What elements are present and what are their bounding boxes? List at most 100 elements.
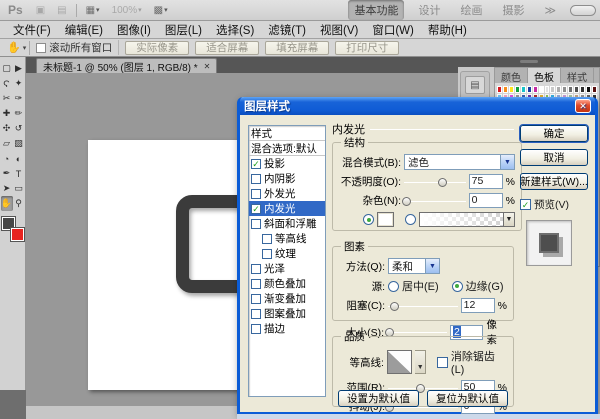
tool-icon[interactable]: ◔ — [1, 151, 13, 166]
menu-item[interactable]: 视图(V) — [313, 21, 365, 39]
cancel-button[interactable]: 取消 — [520, 149, 588, 166]
document-tab[interactable]: 未标题-1 @ 50% (图层 1, RGB/8) * ✕ — [36, 58, 217, 73]
fit-screen-button[interactable]: 适合屏幕 — [195, 41, 259, 55]
preview-checkbox[interactable]: ✓ — [520, 199, 531, 210]
set-default-button[interactable]: 设置为默认值 — [338, 390, 419, 407]
ok-button[interactable]: 确定 — [520, 125, 588, 142]
slider-thumb[interactable] — [438, 178, 447, 187]
color-swatch[interactable] — [533, 86, 538, 93]
color-swatch[interactable] — [562, 86, 567, 93]
zoom-level-control[interactable]: 100%▾ — [109, 4, 145, 17]
style-item-inner-shadow[interactable]: 内阴影 — [249, 171, 325, 186]
color-swatch[interactable] — [550, 86, 555, 93]
style-item-stroke[interactable]: 描边 — [249, 321, 325, 336]
chevron-down-icon[interactable]: ▼ — [500, 155, 514, 169]
dialog-close-icon[interactable]: ✕ — [575, 99, 591, 113]
chevron-down-icon[interactable]: ▼ — [415, 350, 426, 374]
style-item-outer-glow[interactable]: 外发光 — [249, 186, 325, 201]
choke-slider[interactable] — [388, 300, 458, 312]
screen-mode-icon[interactable]: ▩▾ — [151, 4, 171, 17]
tool-icon[interactable]: ✣ — [1, 121, 13, 136]
noise-input[interactable]: 0 — [469, 193, 503, 208]
color-swatch[interactable] — [556, 86, 561, 93]
tool-icon[interactable]: ✂ — [1, 91, 13, 106]
technique-select[interactable]: 柔和 ▼ — [388, 258, 440, 274]
tool-icon[interactable]: ▶ — [13, 61, 25, 76]
color-swatch[interactable] — [592, 86, 597, 93]
color-swatch[interactable] — [521, 86, 526, 93]
gradient-radio[interactable] — [405, 214, 416, 225]
actual-pixels-button[interactable]: 实际像素 — [125, 41, 189, 55]
blend-mode-select[interactable]: 滤色 ▼ — [404, 154, 515, 170]
tool-icon[interactable]: ↺ — [13, 121, 25, 136]
view-extras-icon[interactable]: ▤ — [54, 4, 69, 17]
source-edge-radio[interactable] — [452, 281, 463, 292]
blending-options-item[interactable]: 混合选项:默认 — [249, 141, 325, 156]
color-swatch[interactable] — [568, 86, 573, 93]
workspace-design[interactable]: 设计 — [412, 0, 446, 20]
gradient-picker[interactable]: ▼ — [419, 212, 515, 227]
new-style-button[interactable]: 新建样式(W)... — [520, 173, 588, 190]
contour-picker[interactable] — [387, 350, 412, 374]
tool-icon[interactable]: ▭ — [13, 181, 25, 196]
style-item-drop-shadow[interactable]: ✓投影 — [249, 156, 325, 171]
tab-styles[interactable]: 样式 — [561, 68, 594, 83]
panel-grip[interactable] — [458, 57, 600, 67]
style-item-satin[interactable]: 光泽 — [249, 261, 325, 276]
reset-default-button[interactable]: 复位为默认值 — [427, 390, 508, 407]
menu-item[interactable]: 滤镜(T) — [261, 21, 313, 39]
tool-preset-picker[interactable]: ✋ ▾ — [4, 41, 30, 55]
opacity-slider[interactable] — [404, 176, 466, 188]
style-item-color-overlay[interactable]: 颜色叠加 — [249, 276, 325, 291]
print-size-button[interactable]: 打印尺寸 — [335, 41, 399, 55]
color-swatch[interactable] — [586, 86, 591, 93]
style-item-contour[interactable]: 等高线 — [249, 231, 325, 246]
scroll-all-windows-option[interactable]: 滚动所有窗口 — [36, 40, 119, 55]
color-swatch[interactable] — [574, 86, 579, 93]
tool-icon[interactable]: ▨ — [13, 136, 25, 151]
menu-item[interactable]: 帮助(H) — [421, 21, 474, 39]
color-swatch[interactable] — [580, 86, 585, 93]
style-item-bevel-emboss[interactable]: 斜面和浮雕 — [249, 216, 325, 231]
scroll-all-windows-checkbox[interactable] — [36, 43, 46, 53]
noise-slider[interactable] — [404, 195, 466, 207]
opacity-input[interactable]: 75 — [469, 174, 503, 189]
tab-swatches[interactable]: 色板 — [528, 68, 561, 83]
chevron-down-icon[interactable]: ▼ — [425, 259, 439, 273]
tool-icon[interactable]: Ϛ — [1, 76, 13, 91]
slider-thumb[interactable] — [390, 302, 399, 311]
color-swatch[interactable] — [503, 86, 508, 93]
menu-item[interactable]: 窗口(W) — [365, 21, 421, 39]
source-center-radio[interactable] — [388, 281, 399, 292]
tool-icon[interactable]: ✋ — [1, 196, 13, 211]
tool-icon[interactable]: ✏ — [13, 106, 25, 121]
styles-header[interactable]: 样式 — [249, 126, 325, 141]
slider-thumb[interactable] — [402, 197, 411, 206]
tool-icon[interactable]: ✒ — [1, 166, 13, 181]
fill-screen-button[interactable]: 填充屏幕 — [265, 41, 329, 55]
menu-item[interactable]: 编辑(E) — [58, 21, 110, 39]
choke-input[interactable]: 12 — [461, 298, 495, 313]
arrange-documents-icon[interactable]: ▦▾ — [83, 4, 103, 17]
style-item-gradient-overlay[interactable]: 渐变叠加 — [249, 291, 325, 306]
style-item-texture[interactable]: 纹理 — [249, 246, 325, 261]
color-swatch[interactable] — [539, 86, 544, 93]
glow-color-swatch[interactable] — [377, 212, 394, 227]
tool-icon[interactable]: ▱ — [1, 136, 13, 151]
color-swatch[interactable] — [509, 86, 514, 93]
close-icon[interactable]: ✕ — [204, 62, 211, 71]
tool-icon[interactable]: ✦ — [13, 76, 25, 91]
menu-item[interactable]: 文件(F) — [6, 21, 58, 39]
color-swatch[interactable] — [545, 86, 550, 93]
dialog-title-bar[interactable]: 图层样式 ✕ — [240, 97, 595, 115]
color-swatch[interactable] — [497, 86, 502, 93]
tab-color[interactable]: 颜色 — [495, 68, 528, 83]
menu-item[interactable]: 图像(I) — [110, 21, 158, 39]
tool-icon[interactable]: ▢ — [1, 61, 13, 76]
cs-live-button[interactable] — [570, 5, 596, 16]
workspace-overflow[interactable]: ≫ — [538, 2, 562, 19]
tool-icon[interactable]: ⚲ — [13, 196, 25, 211]
color-radio[interactable] — [363, 214, 374, 225]
workspace-painting[interactable]: 绘画 — [454, 0, 488, 20]
tool-icon[interactable]: ✚ — [1, 106, 13, 121]
